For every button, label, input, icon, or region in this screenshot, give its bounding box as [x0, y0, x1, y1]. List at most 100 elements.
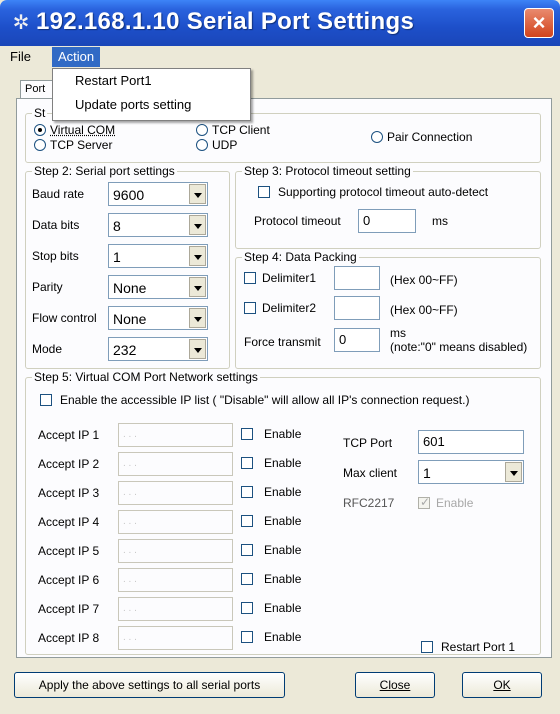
baud-rate-select[interactable]: 9600	[108, 182, 208, 206]
rfc2217-label: RFC2217	[343, 496, 395, 510]
force-transmit-unit: ms	[390, 326, 406, 340]
mode-label: Mode	[32, 342, 63, 356]
chevron-down-icon[interactable]	[505, 462, 522, 482]
accept-ip-2-enable-checkbox[interactable]	[241, 457, 253, 469]
accept-ip-1-label: Accept IP 1	[38, 428, 100, 442]
protocol-autodetect-label: Supporting protocol timeout auto-detect	[278, 185, 489, 199]
parity-select[interactable]: None	[108, 275, 208, 299]
accept-ip-7-enable-label: Enable	[264, 601, 302, 615]
radio-udp[interactable]	[196, 139, 208, 151]
force-transmit-input[interactable]: 0	[334, 328, 380, 352]
accept-ip-3-enable-checkbox[interactable]	[241, 486, 253, 498]
accept-ip-8-enable-label: Enable	[264, 630, 302, 644]
title-bar[interactable]: ✲ 192.168.1.10 Serial Port Settings ×	[0, 0, 560, 46]
enable-ip-list-checkbox[interactable]	[40, 394, 52, 406]
accept-ip-5-enable-checkbox[interactable]	[241, 544, 253, 556]
accept-ip-8-label: Accept IP 8	[38, 631, 100, 645]
close-button[interactable]: Close	[355, 672, 435, 698]
step3-group: Step 3: Protocol timeout setting Support…	[235, 164, 541, 249]
accept-ip-4-input[interactable]: . . .	[118, 510, 233, 534]
tcp-port-label: TCP Port	[343, 436, 393, 450]
accept-ip-6-enable-label: Enable	[264, 572, 302, 586]
action-menu-dropdown: Restart Port1 Update ports setting	[52, 68, 251, 121]
window-title: 192.168.1.10 Serial Port Settings	[36, 8, 415, 35]
close-window-button[interactable]: ×	[524, 8, 554, 38]
menu-item-restart-port1[interactable]: Restart Port1	[53, 69, 250, 93]
chevron-down-icon[interactable]	[189, 246, 206, 266]
step5-legend: Step 5: Virtual COM Port Network setting…	[32, 370, 260, 384]
mode-select[interactable]: 232	[108, 337, 208, 361]
accept-ip-2-label: Accept IP 2	[38, 457, 100, 471]
accept-ip-3-input[interactable]: . . .	[118, 481, 233, 505]
delimiter2-checkbox[interactable]	[244, 302, 256, 314]
delimiter1-checkbox[interactable]	[244, 272, 256, 284]
delimiter2-input[interactable]	[334, 296, 380, 320]
label-udp: UDP	[212, 138, 238, 152]
menu-bar: File Action	[0, 46, 560, 68]
accept-ip-6-enable-checkbox[interactable]	[241, 573, 253, 585]
step3-legend: Step 3: Protocol timeout setting	[242, 164, 413, 178]
data-bits-select[interactable]: 8	[108, 213, 208, 237]
step1-legend: St	[32, 106, 48, 120]
protocol-autodetect-checkbox[interactable]	[258, 186, 270, 198]
accept-ip-7-input[interactable]: . . .	[118, 597, 233, 621]
accept-ip-8-input[interactable]: . . .	[118, 626, 233, 650]
apply-all-ports-button[interactable]: Apply the above settings to all serial p…	[14, 672, 285, 698]
accept-ip-4-enable-label: Enable	[264, 514, 302, 528]
checkmark-icon: ✓	[420, 495, 431, 509]
menu-action[interactable]: Action	[52, 47, 101, 67]
label-pair-connection: Pair Connection	[387, 130, 473, 144]
chevron-down-icon[interactable]	[189, 215, 206, 235]
step4-group: Step 4: Data Packing Delimiter1 (Hex 00~…	[235, 250, 541, 369]
delimiter1-hint: (Hex 00~FF)	[390, 273, 458, 287]
delimiter1-label: Delimiter1	[262, 271, 317, 285]
port-tab-panel: St Virtual COM TCP Server TCP Client UDP…	[16, 98, 552, 658]
delimiter2-hint: (Hex 00~FF)	[390, 303, 458, 317]
accept-ip-2-enable-label: Enable	[264, 456, 302, 470]
baud-rate-label: Baud rate	[32, 187, 85, 201]
force-transmit-note: (note:"0" means disabled)	[390, 340, 528, 354]
restart-port-checkbox[interactable]	[421, 641, 433, 653]
chevron-down-icon[interactable]	[189, 339, 206, 359]
radio-tcp-server[interactable]	[34, 139, 46, 151]
accept-ip-8-enable-checkbox[interactable]	[241, 631, 253, 643]
max-client-label: Max client	[343, 466, 398, 480]
radio-pair-connection[interactable]	[371, 131, 383, 143]
menu-item-update-ports-setting[interactable]: Update ports setting	[53, 93, 250, 117]
restart-port-label: Restart Port 1	[441, 640, 516, 654]
accept-ip-6-input[interactable]: . . .	[118, 568, 233, 592]
rfc2217-enable-checkbox[interactable]: ✓	[418, 495, 431, 509]
accept-ip-1-enable-checkbox[interactable]	[241, 428, 253, 440]
accept-ip-6-label: Accept IP 6	[38, 573, 100, 587]
radio-tcp-client[interactable]	[196, 124, 208, 136]
accept-ip-5-label: Accept IP 5	[38, 544, 100, 558]
protocol-timeout-input[interactable]: 0	[358, 209, 416, 233]
accept-ip-2-input[interactable]: . . .	[118, 452, 233, 476]
accept-ip-5-input[interactable]: . . .	[118, 539, 233, 563]
step2-group: Step 2: Serial port settings Baud rate 9…	[25, 164, 230, 369]
chevron-down-icon[interactable]	[189, 184, 206, 204]
force-transmit-label: Force transmit	[244, 335, 321, 349]
accept-ip-7-label: Accept IP 7	[38, 602, 100, 616]
accept-ip-3-enable-label: Enable	[264, 485, 302, 499]
label-virtual-com: Virtual COM	[50, 123, 116, 137]
tcp-port-input[interactable]: 601	[418, 430, 524, 454]
chevron-down-icon[interactable]	[189, 277, 206, 297]
step2-legend: Step 2: Serial port settings	[32, 164, 177, 178]
accept-ip-3-label: Accept IP 3	[38, 486, 100, 500]
accept-ip-7-enable-checkbox[interactable]	[241, 602, 253, 614]
accept-ip-1-input[interactable]: . . .	[118, 423, 233, 447]
ok-button[interactable]: OK	[462, 672, 542, 698]
parity-label: Parity	[32, 280, 63, 294]
radio-virtual-com[interactable]	[34, 124, 46, 136]
step5-group: Step 5: Virtual COM Port Network setting…	[25, 370, 541, 655]
chevron-down-icon[interactable]	[189, 308, 206, 328]
stop-bits-select[interactable]: 1	[108, 244, 208, 268]
max-client-select[interactable]: 1	[418, 460, 524, 484]
protocol-timeout-label: Protocol timeout	[254, 214, 341, 228]
protocol-timeout-unit: ms	[432, 214, 448, 228]
delimiter1-input[interactable]	[334, 266, 380, 290]
accept-ip-4-enable-checkbox[interactable]	[241, 515, 253, 527]
flow-control-select[interactable]: None	[108, 306, 208, 330]
menu-file[interactable]: File	[4, 47, 37, 67]
